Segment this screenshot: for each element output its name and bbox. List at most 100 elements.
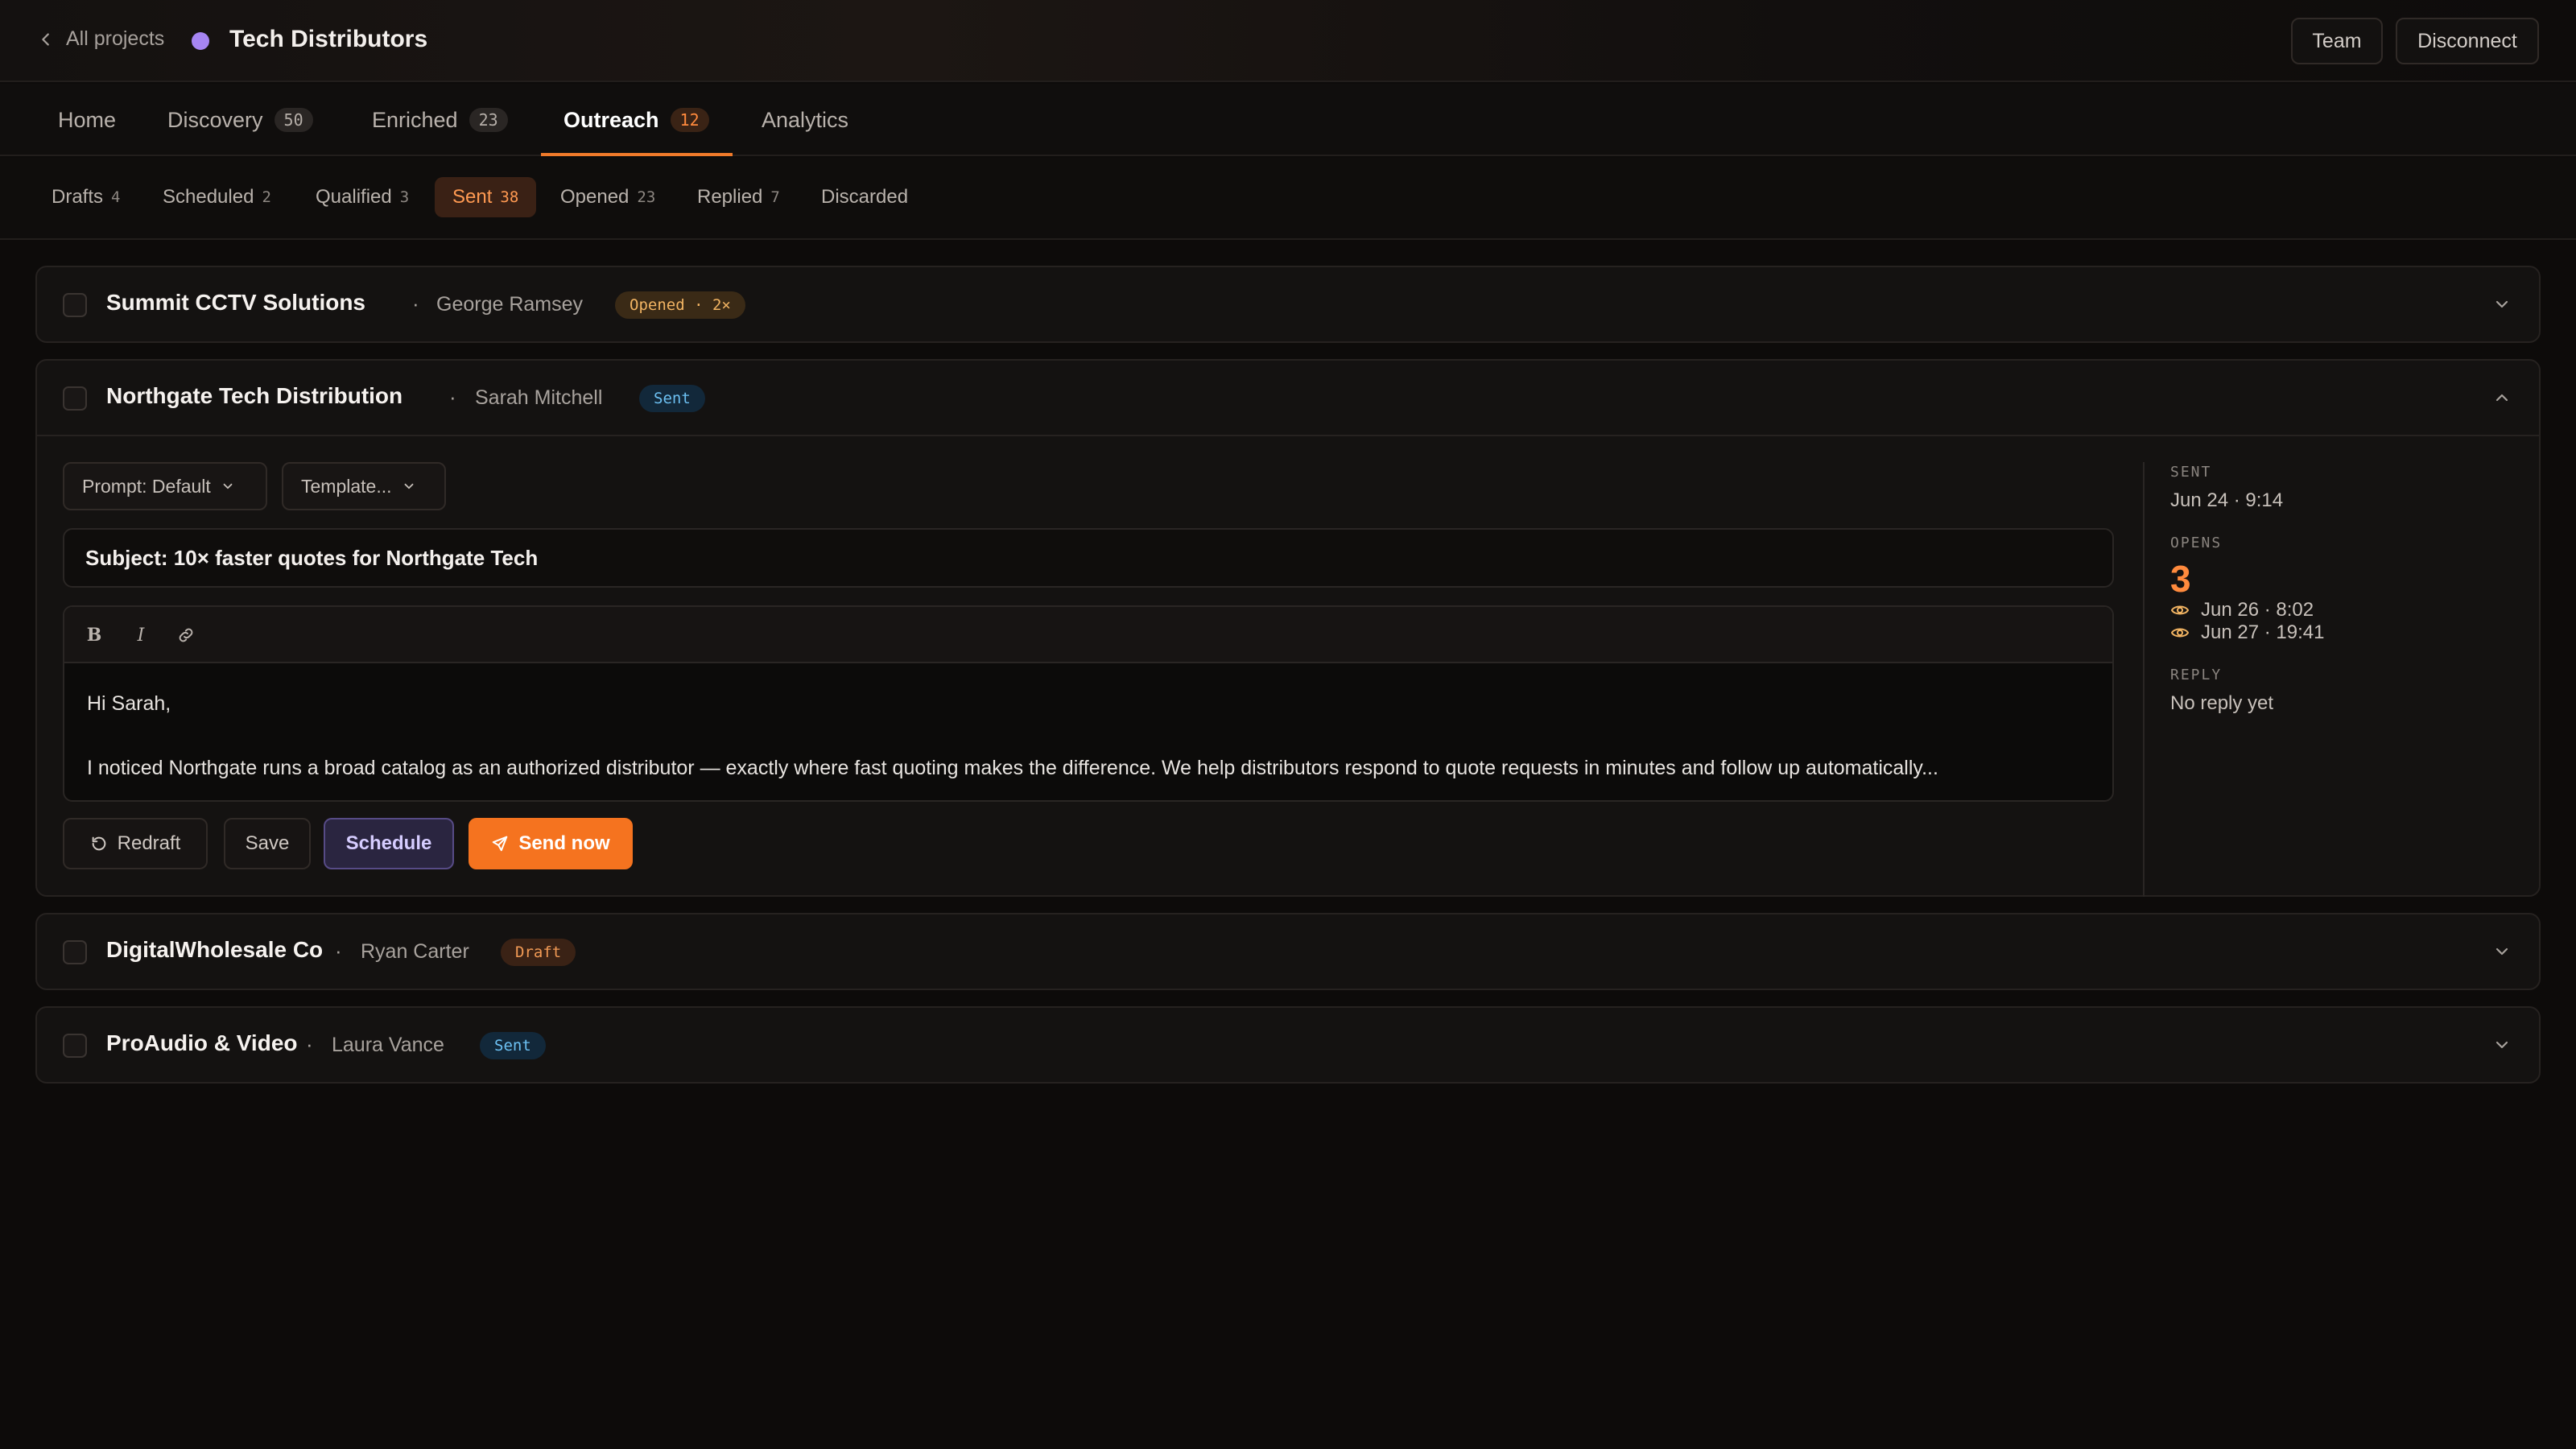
body-greeting: Hi Sarah, (87, 692, 171, 715)
filter-count: 3 (399, 188, 410, 206)
back-to-projects-link[interactable]: All projects (37, 27, 164, 51)
filter-label: Qualified (316, 186, 392, 208)
top-bar: All projects Tech Distributors Team Disc… (0, 0, 2576, 82)
save-button[interactable]: Save (224, 818, 311, 869)
lead-card-header[interactable]: Northgate Tech Distribution · Sarah Mitc… (37, 361, 2539, 436)
disconnect-button[interactable]: Disconnect (2396, 18, 2539, 64)
filter-label: Replied (697, 186, 763, 208)
filter-count: 23 (637, 188, 656, 206)
send-icon (493, 836, 508, 852)
company-name: Summit CCTV Solutions (106, 290, 365, 315)
contact-name: Ryan Carter (361, 940, 469, 963)
filter-label: Scheduled (163, 186, 254, 208)
chevron-down-icon (404, 483, 413, 489)
separator-dot: · (306, 1032, 313, 1056)
company-name: ProAudio & Video (106, 1030, 298, 1055)
tab-count-badge: 23 (469, 108, 508, 132)
reply-status: No reply yet (2170, 692, 2274, 714)
italic-button[interactable]: I (130, 625, 151, 646)
filter-replied[interactable]: Replied 7 (697, 177, 780, 217)
chevron-up-icon[interactable] (2492, 388, 2512, 407)
refresh-icon (92, 836, 105, 851)
filter-opened[interactable]: Opened 23 (560, 177, 655, 217)
template-dropdown[interactable]: Template... (282, 462, 446, 510)
chevron-down-icon[interactable] (2492, 295, 2512, 314)
lead-checkbox[interactable] (63, 293, 87, 317)
eye-icon (2171, 628, 2189, 638)
lead-card: Summit CCTV Solutions · George Ramsey Op… (35, 266, 2541, 343)
prompt-dropdown[interactable]: Prompt: Default (63, 462, 267, 510)
filter-label: Sent (452, 186, 493, 208)
tab-label: Enriched (372, 107, 458, 132)
open-event: Jun 26 · 8:02 (2170, 599, 2314, 621)
contact-name: George Ramsey (436, 293, 584, 316)
subject-input[interactable]: Subject: 10× faster quotes for Northgate… (63, 528, 2114, 588)
filter-drafts[interactable]: Drafts 4 (52, 177, 120, 217)
redraft-button[interactable]: Redraft (63, 818, 208, 869)
filter-count: 4 (111, 188, 121, 206)
lead-card-expanded: Northgate Tech Distribution · Sarah Mitc… (35, 359, 2541, 897)
link-button[interactable] (175, 625, 196, 646)
tab-home[interactable]: Home (58, 84, 116, 156)
tab-enriched[interactable]: Enriched 23 (372, 84, 508, 156)
project-title: Tech Distributors (229, 26, 428, 52)
separator-dot: · (412, 291, 419, 316)
lead-checkbox[interactable] (63, 386, 87, 411)
bold-button[interactable]: B (84, 625, 105, 646)
lead-checkbox[interactable] (63, 1034, 87, 1058)
filter-scheduled[interactable]: Scheduled 2 (163, 177, 271, 217)
contact-name: Sarah Mitchell (475, 386, 603, 409)
body-paragraph: I noticed Northgate runs a broad catalog… (87, 757, 1938, 779)
chevron-down-icon[interactable] (2492, 942, 2512, 961)
open-timestamp: Jun 26 · 8:02 (2201, 599, 2314, 621)
filter-label: Opened (560, 186, 630, 208)
tab-analytics[interactable]: Analytics (762, 84, 848, 156)
tab-count-badge: 50 (274, 108, 313, 132)
eye-icon (2171, 605, 2189, 615)
filter-label: Discarded (821, 186, 909, 208)
email-body-text[interactable]: Hi Sarah, I noticed Northgate runs a bro… (87, 687, 2090, 784)
main-nav: Home Discovery 50 Enriched 23 Outreach 1… (0, 84, 2576, 156)
opens-label: OPENS (2170, 535, 2223, 551)
status-badge: Sent (639, 385, 705, 412)
tab-label: Analytics (762, 107, 849, 132)
tab-label: Outreach (564, 107, 659, 132)
filter-discarded[interactable]: Discarded (821, 177, 908, 217)
status-badge: Draft (501, 939, 576, 966)
send-now-label: Send now (518, 832, 610, 854)
opens-count: 3 (2170, 558, 2191, 600)
open-timestamp: Jun 27 · 19:41 (2201, 621, 2325, 643)
tab-label: Discovery (167, 107, 263, 132)
tab-count-badge: 12 (670, 108, 709, 132)
company-name: DigitalWholesale Co (106, 937, 324, 962)
lead-checkbox[interactable] (63, 940, 87, 964)
status-filter-bar: Drafts 4 Scheduled 2 Qualified 3 Sent 38… (0, 158, 2576, 240)
send-now-button[interactable]: Send now (469, 818, 633, 869)
team-button[interactable]: Team (2291, 18, 2383, 64)
active-tab-indicator (541, 153, 733, 156)
sent-label: SENT (2170, 464, 2212, 481)
status-badge: Opened · 2× (615, 291, 745, 319)
tab-discovery[interactable]: Discovery 50 (167, 84, 313, 156)
lead-card-header[interactable]: Summit CCTV Solutions · George Ramsey Op… (37, 267, 2539, 341)
filter-count: 38 (500, 188, 519, 206)
filter-sent[interactable]: Sent 38 (435, 177, 537, 217)
filter-qualified[interactable]: Qualified 3 (316, 177, 409, 217)
redraft-label: Redraft (117, 832, 181, 854)
tab-outreach[interactable]: Outreach 12 (564, 84, 709, 156)
chevron-down-icon[interactable] (2492, 1035, 2512, 1055)
project-color-dot (192, 32, 209, 50)
company-name: Northgate Tech Distribution (106, 383, 403, 408)
schedule-button[interactable]: Schedule (324, 818, 454, 869)
lead-card-header[interactable]: ProAudio & Video · Laura Vance Sent (37, 1008, 2539, 1082)
email-body-editor[interactable]: B I Hi Sarah, I noticed Northgate runs a… (63, 605, 2114, 802)
chevron-left-icon (42, 32, 49, 46)
separator-dot: · (449, 385, 456, 409)
contact-name: Laura Vance (332, 1034, 444, 1056)
sent-timestamp: Jun 24 · 9:14 (2170, 489, 2284, 511)
template-dropdown-label: Template... (301, 475, 392, 497)
formatting-toolbar: B I (64, 607, 2112, 663)
separator-dot: · (335, 939, 342, 963)
lead-card-header[interactable]: DigitalWholesale Co · Ryan Carter Draft (37, 914, 2539, 989)
link-icon (179, 628, 193, 642)
